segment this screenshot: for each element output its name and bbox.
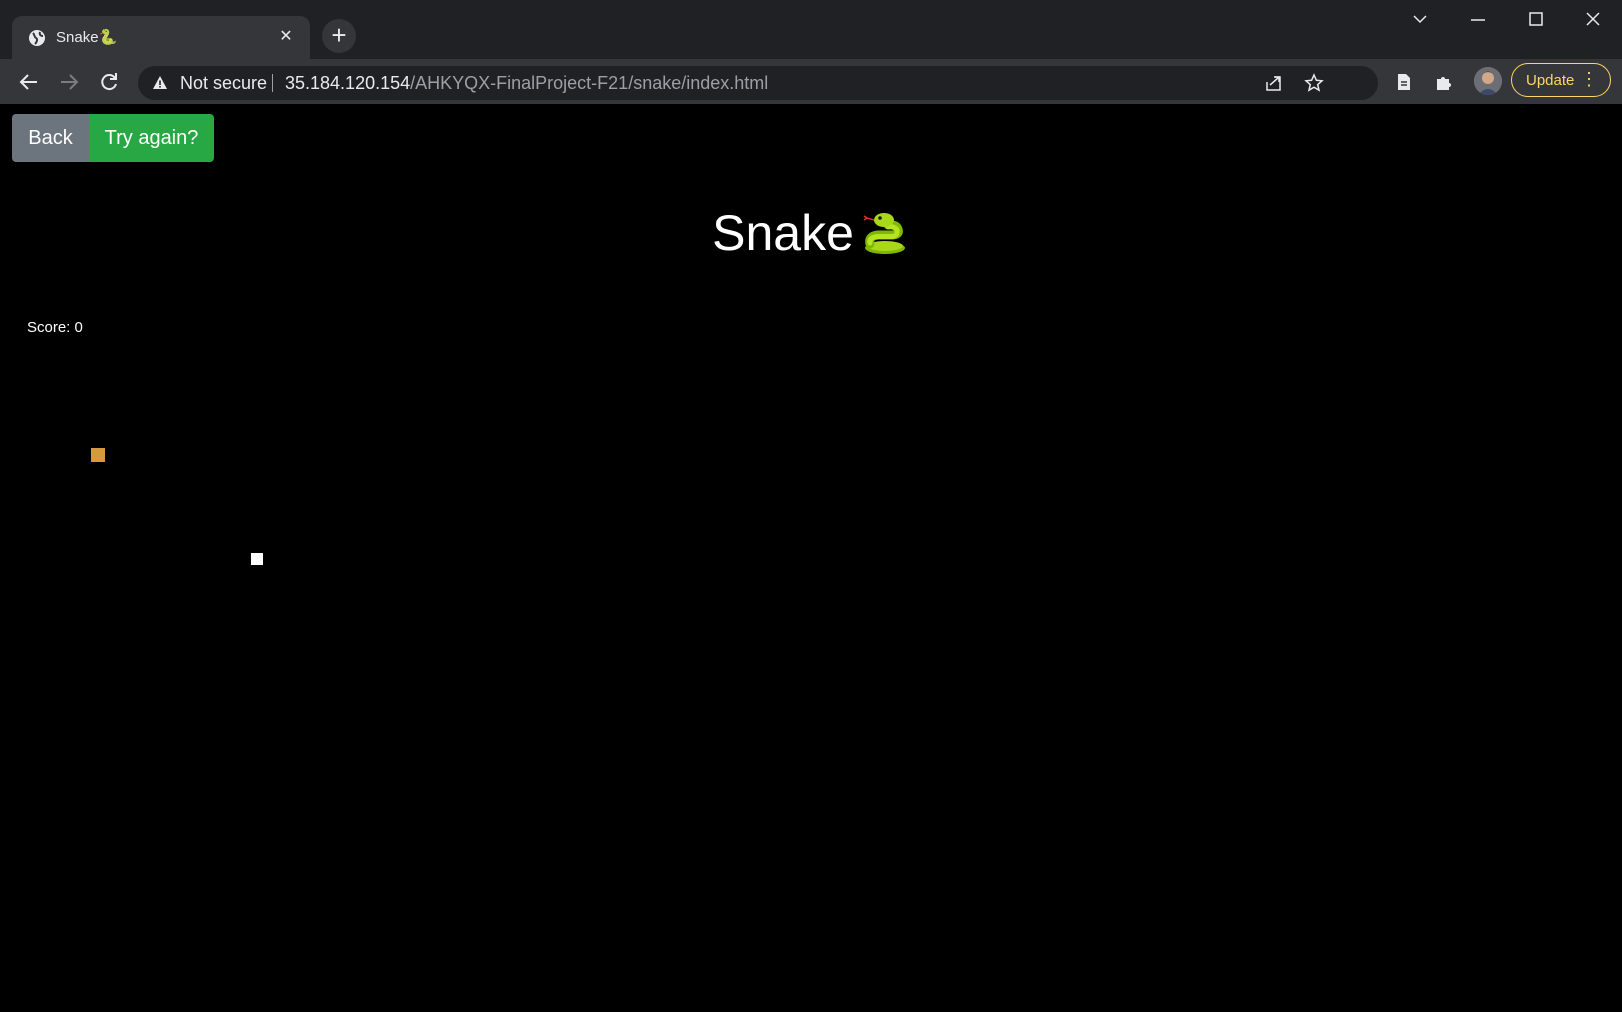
more-menu-icon[interactable]: ⋮ (1580, 69, 1598, 89)
tab-close-icon[interactable]: ✕ (276, 27, 296, 47)
snake-emoji-icon (863, 213, 905, 254)
update-label: Update (1526, 72, 1575, 89)
tab-snake[interactable]: Snake🐍 ✕ (12, 16, 310, 59)
profile-avatar[interactable] (1474, 67, 1502, 95)
title-text: Snake (712, 205, 854, 261)
url-path: /AHKYQX-FinalProject-F21/snake/index.htm… (410, 73, 769, 93)
browser-toolbar: Not secure 35.184.120.154/AHKYQX-FinalPr… (0, 59, 1622, 104)
page-title: Snake (2, 204, 1620, 262)
button-group: Back Try again? (12, 114, 214, 162)
globe-icon (29, 30, 45, 46)
url-host: 35.184.120.154 (285, 73, 411, 93)
forward-arrow-icon[interactable] (54, 67, 84, 97)
tab-strip: Snake🐍 ✕ + (0, 0, 1622, 59)
try-again-button[interactable]: Try again? (89, 114, 214, 162)
star-icon[interactable] (1304, 73, 1324, 93)
close-window-icon[interactable] (1573, 6, 1613, 34)
score-label: Score: 0 (27, 319, 83, 336)
address-separator (272, 74, 273, 92)
warning-icon (153, 76, 167, 89)
reload-icon[interactable] (94, 67, 124, 97)
reading-list-icon[interactable] (1394, 72, 1414, 92)
update-button[interactable]: Update ⋮ (1511, 63, 1611, 97)
tab-search-icon[interactable] (1400, 6, 1440, 34)
back-button[interactable]: Back (12, 114, 89, 162)
game-page: Back Try again? Snake Score: 0 (2, 104, 1620, 1010)
url-text[interactable]: 35.184.120.154/AHKYQX-FinalProject-F21/s… (285, 73, 768, 94)
maximize-icon[interactable] (1516, 6, 1556, 34)
extensions-icon[interactable] (1434, 72, 1454, 92)
minimize-icon[interactable] (1458, 6, 1498, 34)
security-label[interactable]: Not secure (180, 73, 267, 94)
browser-chrome: Snake🐍 ✕ + Not secure 35.184.120.154/AHK… (0, 0, 1622, 104)
share-icon[interactable] (1264, 73, 1284, 93)
address-bar[interactable]: Not secure 35.184.120.154/AHKYQX-FinalPr… (138, 66, 1378, 100)
new-tab-button[interactable]: + (322, 19, 356, 53)
snake-head (251, 553, 263, 565)
food-pellet (91, 448, 105, 462)
tab-title: Snake🐍 (56, 29, 118, 46)
back-arrow-icon[interactable] (14, 67, 44, 97)
